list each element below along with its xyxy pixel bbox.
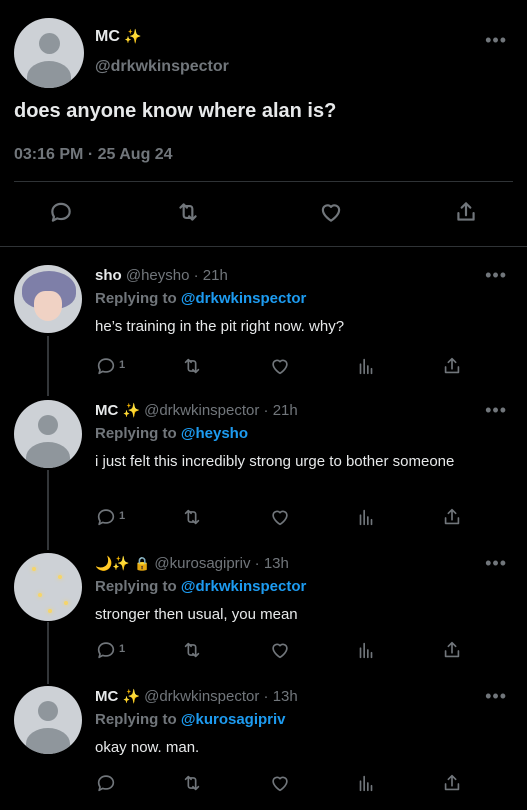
reply-text: stronger then usual, you mean bbox=[95, 606, 298, 623]
more-options-icon[interactable]: ••• bbox=[485, 686, 507, 707]
like-icon[interactable] bbox=[269, 355, 291, 377]
tweet-actions bbox=[0, 195, 527, 231]
replying-to: Replying to @drkwkinspector bbox=[95, 578, 307, 595]
replying-to-link[interactable]: @kurosagipriv bbox=[181, 711, 286, 728]
author-name[interactable]: MC bbox=[95, 688, 118, 705]
more-options-icon[interactable]: ••• bbox=[485, 265, 507, 286]
avatar[interactable] bbox=[14, 18, 84, 88]
share-icon[interactable] bbox=[441, 772, 463, 794]
replying-to-link[interactable]: @drkwkinspector bbox=[181, 290, 307, 307]
main-tweet: MC ✨ @drkwkinspector ••• does anyone kno… bbox=[0, 0, 527, 247]
author-name-text: MC bbox=[95, 28, 120, 45]
reply-count: 1 bbox=[119, 359, 126, 371]
sparkle-emoji: ✨ bbox=[122, 402, 140, 418]
share-icon[interactable] bbox=[441, 639, 463, 661]
reply-actions bbox=[95, 772, 475, 796]
reply-icon[interactable]: 1 bbox=[95, 355, 125, 377]
avatar[interactable] bbox=[14, 400, 82, 468]
more-options-icon[interactable]: ••• bbox=[485, 30, 507, 51]
reply-header: MC ✨ @drkwkinspector · 21h bbox=[95, 402, 298, 419]
avatar[interactable] bbox=[14, 553, 82, 621]
tweet-timestamp: 03:16 PM · 25 Aug 24 bbox=[14, 146, 173, 163]
reply-header: MC ✨ @drkwkinspector · 13h bbox=[95, 688, 298, 705]
like-icon[interactable] bbox=[318, 199, 344, 225]
author-name[interactable]: MC ✨ bbox=[95, 28, 142, 46]
reply-actions: 1 bbox=[95, 639, 475, 663]
replying-to-link[interactable]: @heysho bbox=[181, 425, 248, 442]
like-icon[interactable] bbox=[269, 506, 291, 528]
more-options-icon[interactable]: ••• bbox=[485, 400, 507, 421]
reply-actions: 1 bbox=[95, 355, 475, 379]
reply-header: sho @heysho · 21h bbox=[95, 267, 228, 284]
avatar[interactable] bbox=[14, 686, 82, 754]
retweet-icon[interactable] bbox=[175, 199, 201, 225]
reply-actions: 1 bbox=[95, 506, 475, 530]
share-icon[interactable] bbox=[441, 506, 463, 528]
reply-time: · 13h bbox=[263, 688, 298, 705]
reply-time: · 13h bbox=[254, 555, 289, 572]
share-icon[interactable] bbox=[453, 199, 479, 225]
retweet-icon[interactable] bbox=[181, 355, 203, 377]
analytics-icon[interactable] bbox=[355, 639, 377, 661]
reply-icon[interactable] bbox=[95, 772, 117, 794]
retweet-icon[interactable] bbox=[181, 639, 203, 661]
replying-to: Replying to @drkwkinspector bbox=[95, 290, 307, 307]
reply-text: okay now. man. bbox=[95, 739, 200, 756]
reply-icon[interactable]: 1 bbox=[95, 506, 125, 528]
reply-tweet[interactable]: MC ✨ @drkwkinspector · 21h ••• Replying … bbox=[0, 400, 527, 540]
more-options-icon[interactable]: ••• bbox=[485, 553, 507, 574]
reply-text: i just felt this incredibly strong urge … bbox=[95, 453, 455, 470]
reply-text: he’s training in the pit right now. why? bbox=[95, 318, 345, 335]
author-handle[interactable]: @drkwkinspector bbox=[144, 402, 259, 419]
sparkle-emoji: ✨ bbox=[124, 28, 142, 44]
share-icon[interactable] bbox=[441, 355, 463, 377]
divider bbox=[0, 246, 527, 247]
retweet-icon[interactable] bbox=[181, 506, 203, 528]
reply-tweet[interactable]: 🌙✨ 🔒 @kurosagipriv · 13h ••• Replying to… bbox=[0, 553, 527, 678]
reply-tweet[interactable]: sho @heysho · 21h ••• Replying to @drkwk… bbox=[0, 265, 527, 395]
analytics-icon[interactable] bbox=[355, 772, 377, 794]
like-icon[interactable] bbox=[269, 772, 291, 794]
author-name[interactable]: MC bbox=[95, 402, 118, 419]
retweet-icon[interactable] bbox=[181, 772, 203, 794]
like-icon[interactable] bbox=[269, 639, 291, 661]
reply-count: 1 bbox=[119, 643, 126, 655]
author-handle[interactable]: @drkwkinspector bbox=[144, 688, 259, 705]
replying-to-link[interactable]: @drkwkinspector bbox=[181, 578, 307, 595]
author-handle[interactable]: @heysho bbox=[126, 267, 190, 284]
analytics-icon[interactable] bbox=[355, 506, 377, 528]
author-handle[interactable]: @kurosagipriv bbox=[154, 555, 250, 572]
sparkle-emoji: ✨ bbox=[122, 688, 140, 704]
tweet-text: does anyone know where alan is? bbox=[14, 100, 337, 122]
divider bbox=[14, 181, 513, 182]
lock-icon: 🔒 bbox=[134, 556, 151, 571]
reply-time: · 21h bbox=[263, 402, 298, 419]
reply-icon[interactable] bbox=[48, 199, 74, 225]
reply-icon[interactable]: 1 bbox=[95, 639, 125, 661]
replying-to: Replying to @heysho bbox=[95, 425, 248, 442]
author-name[interactable]: sho bbox=[95, 267, 122, 284]
moon-sparkle-emoji: 🌙✨ bbox=[95, 555, 130, 571]
analytics-icon[interactable] bbox=[355, 355, 377, 377]
reply-header: 🌙✨ 🔒 @kurosagipriv · 13h bbox=[95, 555, 289, 572]
reply-count: 1 bbox=[119, 510, 126, 522]
author-handle[interactable]: @drkwkinspector bbox=[95, 58, 229, 76]
reply-time: · 21h bbox=[193, 267, 228, 284]
replying-to: Replying to @kurosagipriv bbox=[95, 711, 286, 728]
reply-tweet[interactable]: MC ✨ @drkwkinspector · 13h ••• Replying … bbox=[0, 686, 527, 810]
avatar[interactable] bbox=[14, 265, 82, 333]
